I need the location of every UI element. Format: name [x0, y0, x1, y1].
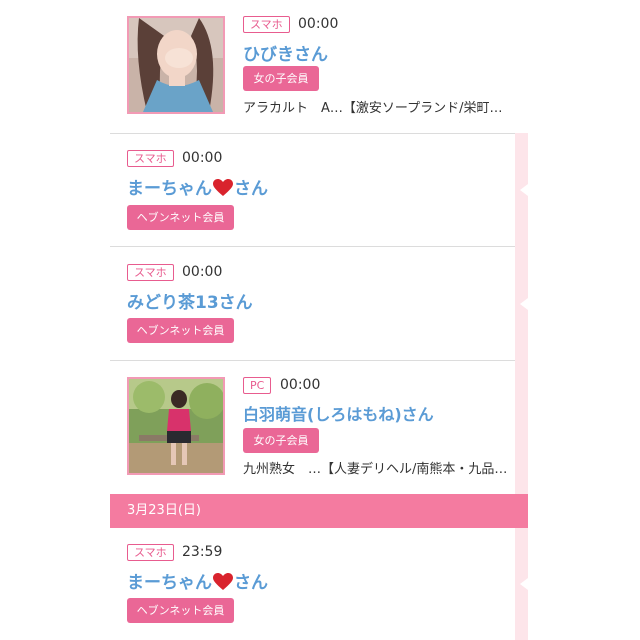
access-time: 00:00 [182, 264, 223, 280]
page-margin-left [0, 0, 110, 640]
side-strip-notch [520, 578, 528, 590]
visitor-name[interactable]: みどり茶13さん [127, 288, 253, 313]
device-tag: スマホ [127, 150, 174, 167]
device-tag: スマホ [243, 16, 290, 33]
visitor-feed: スマホ 00:00 ひびきさん 女の子会員 アラカルト A…【激安ソープランド/… [110, 0, 528, 640]
device-tag: PC [243, 377, 272, 394]
side-strip-notch [520, 298, 528, 310]
visitor-name[interactable]: まーちゃん さん [127, 568, 268, 596]
visitor-name[interactable]: ひびきさん [243, 40, 328, 65]
feed-entry[interactable]: スマホ 00:00 ひびきさん 女の子会員 アラカルト A…【激安ソープランド/… [110, 0, 528, 134]
visitor-name[interactable]: 白羽萌音(しろはもね)さん [243, 401, 434, 425]
access-time: 00:00 [182, 150, 223, 166]
feed-entry[interactable]: PC 00:00 白羽萌音(しろはもね)さん 女の子会員 九州熟女 …【人妻デリ… [110, 361, 515, 494]
member-type-badge[interactable]: ヘブンネット会員 [127, 205, 234, 230]
profile-photo[interactable] [127, 377, 225, 475]
access-time: 23:59 [182, 544, 223, 560]
side-strip-notch [520, 184, 528, 196]
date-section-header: 3月23日(日) [110, 494, 528, 528]
visitor-name-suffix: さん [234, 573, 268, 593]
feed-entry[interactable]: スマホ 00:00 まーちゃん さん ヘブンネット会員 [110, 134, 515, 247]
heart-emoji-icon [213, 179, 233, 202]
shop-name[interactable]: 九州熟女 …【人妻デリヘル/南熊本・九品… [243, 458, 511, 477]
member-type-badge[interactable]: ヘブンネット会員 [127, 318, 234, 343]
member-type-badge[interactable]: 女の子会員 [243, 428, 319, 453]
member-type-badge[interactable]: ヘブンネット会員 [127, 598, 234, 623]
visitor-name-prefix: まーちゃん [127, 573, 212, 593]
visitor-name[interactable]: まーちゃん さん [127, 174, 268, 202]
device-tag: スマホ [127, 264, 174, 281]
shop-name[interactable]: アラカルト A…【激安ソープランド/栄町… [243, 97, 511, 116]
heart-emoji-icon [213, 573, 233, 596]
access-time: 00:00 [298, 16, 339, 32]
feed-entry[interactable]: スマホ 23:59 まーちゃん さん ヘブンネット会員 [110, 528, 515, 640]
visitor-name-prefix: まーちゃん [127, 179, 212, 199]
visitor-name-suffix: さん [234, 179, 268, 199]
feed-entry[interactable]: スマホ 00:00 みどり茶13さん ヘブンネット会員 [110, 247, 515, 361]
device-tag: スマホ [127, 544, 174, 561]
page-margin-right [528, 0, 640, 640]
access-time: 00:00 [280, 377, 321, 393]
profile-photo[interactable] [127, 16, 225, 114]
member-type-badge[interactable]: 女の子会員 [243, 66, 319, 91]
